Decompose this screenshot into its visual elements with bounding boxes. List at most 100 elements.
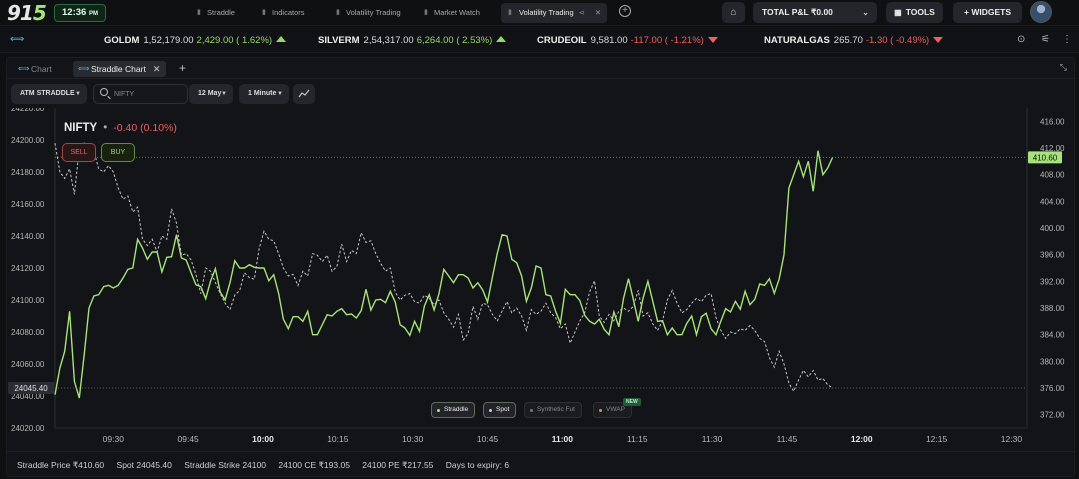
strategy-dropdown[interactable]: ATM STRADDLE ▼ bbox=[11, 84, 87, 104]
x-axis-tick: 11:45 bbox=[777, 434, 798, 444]
date-dropdown[interactable]: 12 May ▼ bbox=[189, 84, 233, 104]
status-strike: Straddle Strike 24100 bbox=[184, 460, 266, 470]
tools-button[interactable]: ▦ TOOLS bbox=[886, 2, 943, 23]
left-axis-tick: 24180.00 bbox=[11, 168, 45, 177]
panel-tab-chart[interactable]: ⟺ Chart bbox=[13, 61, 52, 77]
caret-down-icon: ▼ bbox=[75, 91, 81, 97]
right-axis-tick: 400.00 bbox=[1040, 224, 1065, 233]
x-axis-tick: 12:15 bbox=[926, 434, 948, 444]
symbol-search[interactable] bbox=[93, 84, 188, 104]
right-axis-tick: 404.00 bbox=[1040, 197, 1065, 206]
nav-tab-indicators[interactable]: ▮ Indicators bbox=[262, 3, 305, 23]
add-tab-icon[interactable]: + bbox=[619, 5, 631, 17]
status-spot: Spot 24045.40 bbox=[116, 460, 172, 470]
bar-chart-icon: ▮ bbox=[262, 9, 266, 16]
right-axis-tick: 384.00 bbox=[1040, 331, 1065, 340]
ticker-item[interactable]: CRUDEOIL 9,581.00 -117.00 ( -1.21%) bbox=[537, 35, 718, 46]
x-axis-tick: 10:00 bbox=[252, 434, 274, 444]
chart-symbol-header: NIFTY • -0.40 (0.10%) bbox=[64, 122, 177, 134]
link-icon: ⟺ bbox=[18, 64, 30, 73]
symbol-search-input[interactable] bbox=[114, 88, 184, 101]
up-arrow-icon bbox=[496, 36, 507, 42]
ticker-item[interactable]: NATURALGAS 265.70 -1.30 ( -0.49%) bbox=[764, 35, 944, 46]
grid-icon: ▦ bbox=[894, 8, 902, 17]
top-navbar: 915 12:36 PM ▮ Straddle ▮ Indicators ▮ Vola… bbox=[0, 0, 1079, 26]
bar-chart-icon: ▮ bbox=[197, 9, 201, 16]
ticker-bar: ⟺ GOLDM 1,52,179.00 2,429.00 ( 1.62%) SILV… bbox=[0, 27, 1079, 53]
caret-down-icon: ▼ bbox=[221, 91, 227, 97]
right-axis-tick: 392.00 bbox=[1040, 277, 1065, 286]
down-arrow-icon bbox=[933, 37, 944, 43]
panel-tabs: ⟺ Chart ⟺ Straddle Chart ✕ + ⤡ bbox=[7, 58, 1074, 79]
close-tab-icon[interactable]: ✕ bbox=[153, 64, 161, 74]
status-bar: Straddle Price ₹410.60 Spot 24045.40 Str… bbox=[7, 451, 1074, 477]
straddle-chart-panel: ⟺ Chart ⟺ Straddle Chart ✕ + ⤡ ATM STRADDLE… bbox=[6, 57, 1075, 477]
right-axis-tick: 396.00 bbox=[1040, 251, 1065, 260]
left-axis-tick: 24200.00 bbox=[11, 136, 45, 145]
settings-sliders-icon[interactable]: ⚟ bbox=[1041, 34, 1050, 45]
x-axis-tick: 11:00 bbox=[552, 434, 574, 444]
ticker-item[interactable]: SILVERM 2,54,317.00 6,264.00 ( 2.53%) bbox=[318, 35, 507, 46]
widgets-button[interactable]: + WIDGETS bbox=[953, 2, 1022, 23]
pause-icon[interactable]: ⊙ bbox=[1017, 34, 1025, 45]
interval-dropdown[interactable]: 1 Minute ▼ bbox=[239, 84, 289, 104]
right-axis-tick: 376.00 bbox=[1040, 384, 1065, 393]
chevron-down-icon: ⌄ bbox=[862, 8, 869, 17]
user-avatar[interactable] bbox=[1030, 1, 1052, 23]
status-straddle-price: Straddle Price ₹410.60 bbox=[17, 460, 105, 470]
down-arrow-icon bbox=[707, 37, 718, 43]
nav-tab-market-watch[interactable]: ▮ Market Watch bbox=[424, 3, 480, 23]
x-axis-tick: 10:15 bbox=[327, 434, 349, 444]
link-icon[interactable]: ⟺ bbox=[10, 34, 24, 45]
left-axis-tick: 24080.00 bbox=[11, 328, 45, 337]
expand-icon[interactable]: ⤡ bbox=[1060, 62, 1067, 73]
panel-tab-straddle-chart[interactable]: ⟺ Straddle Chart ✕ bbox=[73, 61, 167, 77]
total-pnl-dropdown[interactable]: TOTAL P&L ₹0.00 ⌄ bbox=[753, 2, 877, 23]
market-clock: 12:36 PM bbox=[54, 4, 106, 22]
x-axis-tick: 11:15 bbox=[627, 434, 648, 444]
left-axis-tick: 24120.00 bbox=[11, 264, 45, 273]
share-icon[interactable]: ⋖ bbox=[579, 8, 585, 17]
nav-tab-active[interactable]: ▮ Volatility Trading ⋖ ✕ bbox=[501, 3, 608, 23]
legend-straddle[interactable]: Straddle bbox=[431, 402, 476, 418]
right-axis-tick: 380.00 bbox=[1040, 357, 1065, 366]
legend-spot[interactable]: Spot bbox=[483, 402, 517, 418]
trend-line-icon bbox=[298, 89, 310, 98]
more-options-icon[interactable]: ⋮ bbox=[1062, 34, 1072, 45]
x-axis-tick: 09:45 bbox=[178, 434, 200, 444]
x-axis-tick: 11:30 bbox=[702, 434, 723, 444]
x-axis-tick: 10:45 bbox=[477, 434, 499, 444]
ticker-item[interactable]: GOLDM 1,52,179.00 2,429.00 ( 1.62%) bbox=[104, 35, 287, 46]
close-tab-icon[interactable]: ✕ bbox=[595, 8, 601, 17]
status-ce: 24100 CE ₹193.05 bbox=[278, 460, 350, 470]
x-axis-tick: 10:30 bbox=[402, 434, 424, 444]
bar-chart-icon: ▮ bbox=[424, 9, 428, 16]
straddle-line bbox=[54, 150, 834, 399]
app-logo[interactable]: 915 bbox=[7, 1, 47, 25]
right-axis-tick: 416.00 bbox=[1040, 117, 1065, 126]
right-axis-tick: 388.00 bbox=[1040, 304, 1065, 313]
straddle-last-label: 410.60 bbox=[1033, 153, 1058, 162]
status-pe: 24100 PE ₹217.55 bbox=[362, 460, 434, 470]
spot-last-label: 24045.40 bbox=[14, 384, 48, 393]
status-expiry: Days to expiry: 6 bbox=[445, 460, 510, 470]
new-badge: NEW bbox=[623, 398, 641, 406]
sell-button[interactable]: SELL bbox=[62, 143, 96, 162]
basket-icon[interactable]: ⌂ bbox=[722, 2, 745, 23]
bar-chart-icon: ▮ bbox=[508, 9, 512, 16]
search-icon bbox=[100, 88, 108, 96]
right-axis-tick: 408.00 bbox=[1040, 171, 1065, 180]
add-panel-tab-icon[interactable]: + bbox=[179, 61, 186, 75]
legend-synthetic-fut[interactable]: Synthetic Fut bbox=[524, 402, 582, 418]
nav-tab-straddle[interactable]: ▮ Straddle bbox=[197, 3, 235, 23]
chart-area[interactable]: 24220.00 24200.00 24180.00 24160.00 24140.00… bbox=[7, 104, 1074, 447]
buy-button[interactable]: BUY bbox=[101, 143, 135, 162]
straddle-spot-chart[interactable]: 24220.00 24200.00 24180.00 24160.00 24140.00… bbox=[7, 104, 1074, 447]
link-icon: ⟺ bbox=[78, 64, 90, 73]
x-axis-tick: 12:30 bbox=[1001, 434, 1023, 444]
nav-tab-volatility-trading[interactable]: ▮ Volatility Trading bbox=[336, 3, 401, 23]
caret-down-icon: ▼ bbox=[277, 91, 283, 97]
spot-line bbox=[54, 142, 833, 393]
left-axis-tick: 24140.00 bbox=[11, 232, 45, 241]
indicator-button[interactable] bbox=[293, 84, 315, 104]
